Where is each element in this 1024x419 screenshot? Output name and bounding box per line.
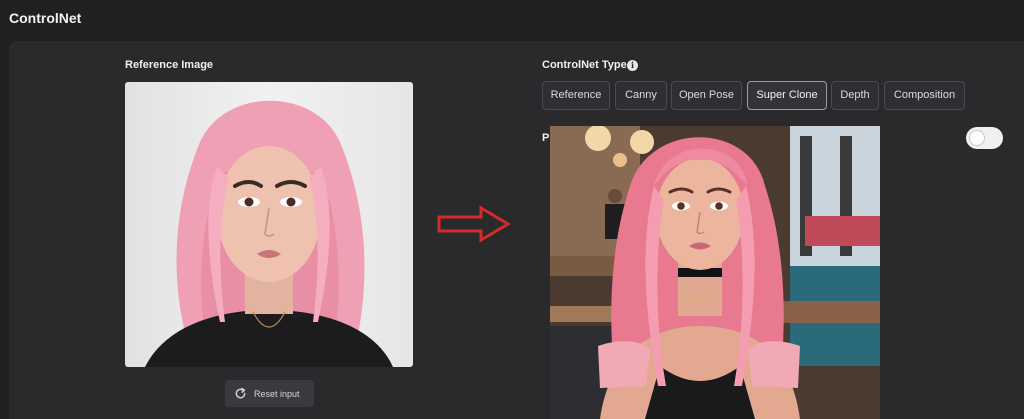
type-canny-button[interactable]: Canny [615, 81, 667, 110]
type-composition-button[interactable]: Composition [884, 81, 965, 110]
type-super-clone-button[interactable]: Super Clone [747, 81, 827, 110]
preview-toggle[interactable] [966, 127, 1003, 149]
type-reference-button[interactable]: Reference [542, 81, 610, 110]
type-depth-button[interactable]: Depth [831, 81, 879, 110]
controlnet-type-label: ControlNet Type [542, 59, 627, 71]
arrow-right-icon [437, 205, 511, 243]
type-open-pose-button[interactable]: Open Pose [671, 81, 742, 110]
reference-image-label: Reference Image [125, 59, 214, 71]
reset-input-label: Reset input [254, 388, 300, 399]
reset-input-button[interactable]: Reset input [225, 380, 314, 407]
reference-image[interactable] [125, 82, 413, 367]
info-icon[interactable]: i [627, 60, 638, 71]
result-image[interactable] [550, 126, 880, 419]
toggle-knob [969, 130, 985, 146]
result-portrait [550, 126, 880, 419]
reference-portrait [145, 100, 393, 367]
app-title: ControlNet [9, 10, 82, 26]
refresh-icon [235, 387, 246, 399]
top-bar: ControlNet [0, 0, 1024, 40]
preview-label: P [542, 132, 550, 144]
